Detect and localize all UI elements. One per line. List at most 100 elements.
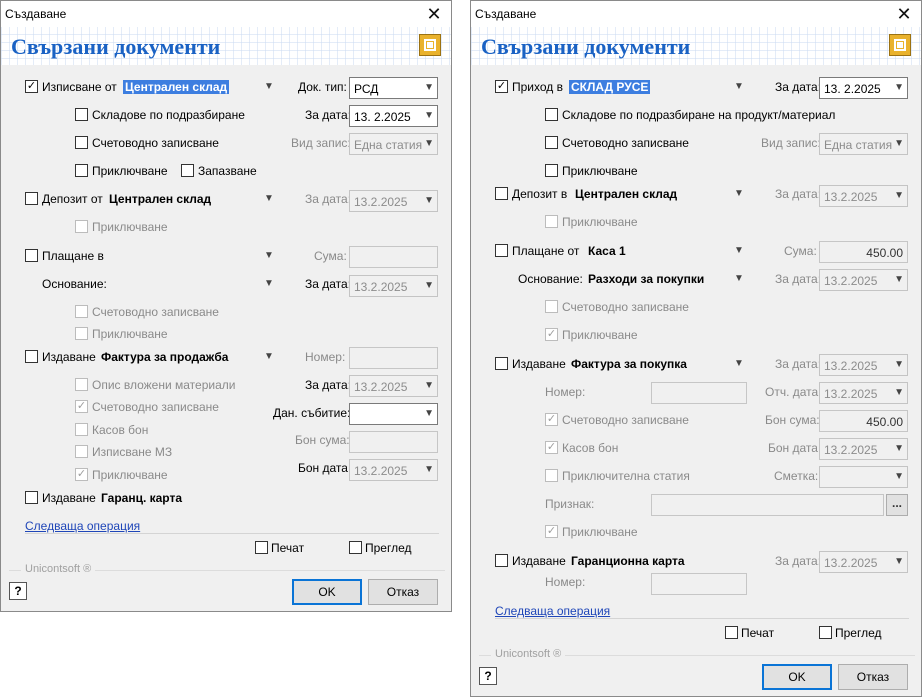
- ok-button[interactable]: OK: [292, 579, 362, 605]
- close-icon[interactable]: ✕: [887, 1, 921, 27]
- warranty-value[interactable]: Гаранционна карта: [571, 554, 685, 568]
- receipt-warehouse-value[interactable]: СКЛАД РУСЕ: [569, 80, 651, 94]
- accounting-entry-checkbox[interactable]: [545, 136, 558, 149]
- deposit-warehouse-value[interactable]: Централен склад: [575, 187, 677, 201]
- close-icon[interactable]: ✕: [417, 1, 451, 27]
- chevron-down-icon[interactable]: ▼: [262, 249, 276, 263]
- chevron-down-icon[interactable]: ▼: [262, 277, 276, 291]
- ref-date-picker[interactable]: 13.2.2025 ▼: [819, 382, 908, 404]
- deposit-checkbox[interactable]: [495, 187, 508, 200]
- amount-field[interactable]: [349, 246, 438, 268]
- chevron-down-icon[interactable]: ▼: [732, 357, 746, 371]
- invoice-number-field[interactable]: [349, 347, 438, 369]
- materials-checkbox[interactable]: [75, 378, 88, 391]
- help-icon[interactable]: ?: [9, 582, 27, 600]
- deposit-closing-checkbox[interactable]: [545, 215, 558, 228]
- invoice-accounting-checkbox[interactable]: ✓: [75, 400, 88, 413]
- deposit-warehouse-value[interactable]: Централен склад: [109, 192, 211, 206]
- payment-checkbox[interactable]: [25, 249, 38, 262]
- default-warehouses-checkbox[interactable]: [75, 108, 88, 121]
- issue-mz-label: Изписване МЗ: [92, 445, 173, 459]
- warranty-checkbox[interactable]: [25, 491, 38, 504]
- deposit-checkbox[interactable]: [25, 192, 38, 205]
- payment-closing-checkbox[interactable]: ✓: [545, 328, 558, 341]
- receipt-date-picker[interactable]: 13. 2.2025 ▼: [819, 77, 908, 99]
- chevron-down-icon[interactable]: ▼: [732, 80, 746, 94]
- closing-article-checkbox[interactable]: [545, 469, 558, 482]
- chevron-down-icon[interactable]: ▼: [732, 187, 746, 201]
- preview-checkbox[interactable]: [349, 541, 362, 554]
- next-operation-link[interactable]: Следваща операция: [25, 519, 140, 533]
- issue-mz-checkbox[interactable]: [75, 445, 88, 458]
- chevron-down-icon: ▼: [424, 82, 434, 93]
- warranty-date-picker[interactable]: 13.2.2025 ▼: [819, 551, 908, 573]
- chevron-down-icon: ▼: [424, 464, 434, 475]
- browse-button[interactable]: ...: [886, 494, 908, 516]
- reserve-checkbox[interactable]: [181, 164, 194, 177]
- ok-button[interactable]: OK: [762, 664, 832, 690]
- help-icon[interactable]: ?: [479, 667, 497, 685]
- deposit-date-picker[interactable]: 13.2.2025 ▼: [349, 190, 438, 212]
- invoice-accounting-checkbox[interactable]: ✓: [545, 413, 558, 426]
- issue-warehouse-value[interactable]: Централен склад: [123, 80, 230, 94]
- receipt-checkbox[interactable]: ✓: [495, 80, 508, 93]
- payment-checkbox[interactable]: [495, 244, 508, 257]
- payment-closing-checkbox[interactable]: [75, 327, 88, 340]
- warranty-value[interactable]: Гаранц. карта: [101, 491, 182, 505]
- deposit-date-picker[interactable]: 13.2.2025 ▼: [819, 185, 908, 207]
- invoice-date-picker[interactable]: 13.2.2025 ▼: [819, 354, 908, 376]
- payment-cash-value[interactable]: Каса 1: [588, 244, 626, 258]
- invoice-number-field[interactable]: [651, 382, 747, 404]
- chevron-down-icon[interactable]: ▼: [262, 80, 276, 94]
- invoice-checkbox[interactable]: [495, 357, 508, 370]
- date-picker[interactable]: 13. 2.2025 ▼: [349, 105, 438, 127]
- record-type-select[interactable]: Една статия ▼: [349, 133, 438, 155]
- ref-date-label: Отч. дата:: [765, 385, 822, 399]
- warranty-number-field[interactable]: [651, 573, 747, 595]
- accounting-entry-checkbox[interactable]: [75, 136, 88, 149]
- payment-date-picker[interactable]: 13.2.2025 ▼: [819, 269, 908, 291]
- invoice-checkbox[interactable]: [25, 350, 38, 363]
- account-select[interactable]: ▼: [819, 466, 908, 488]
- doc-type-select[interactable]: РСД ▼: [349, 77, 438, 99]
- payment-accounting-checkbox[interactable]: [75, 305, 88, 318]
- cash-receipt-checkbox[interactable]: [75, 423, 88, 436]
- receipt-amount-field[interactable]: 450.00: [819, 410, 908, 432]
- closing-label: Приключване: [92, 164, 168, 178]
- chevron-down-icon[interactable]: ▼: [732, 244, 746, 258]
- receipt-amount-field[interactable]: [349, 431, 438, 453]
- chevron-down-icon[interactable]: ▼: [262, 350, 276, 364]
- cancel-button[interactable]: Отказ: [838, 664, 908, 690]
- print-checkbox[interactable]: [725, 626, 738, 639]
- invoice-date-picker[interactable]: 13.2.2025 ▼: [349, 375, 438, 397]
- basis-value[interactable]: Разходи за покупки: [588, 272, 704, 286]
- preview-checkbox[interactable]: [819, 626, 832, 639]
- closing-checkbox[interactable]: [75, 164, 88, 177]
- sign-field[interactable]: [651, 494, 884, 516]
- cash-receipt-checkbox[interactable]: ✓: [545, 441, 558, 454]
- receipt-date-picker[interactable]: 13.2.2025 ▼: [819, 438, 908, 460]
- default-warehouses-checkbox[interactable]: [545, 108, 558, 121]
- invoice-closing-checkbox[interactable]: ✓: [545, 525, 558, 538]
- deposit-closing-checkbox[interactable]: [75, 220, 88, 233]
- tax-event-picker[interactable]: ▼: [349, 403, 438, 425]
- next-operation-link[interactable]: Следваща операция: [495, 604, 610, 618]
- print-checkbox[interactable]: [255, 541, 268, 554]
- warranty-checkbox[interactable]: [495, 554, 508, 567]
- amount-field[interactable]: 450.00: [819, 241, 908, 263]
- invoice-closing-checkbox[interactable]: ✓: [75, 468, 88, 481]
- cancel-button[interactable]: Отказ: [368, 579, 438, 605]
- deposit-date-label: За дата:: [305, 192, 352, 206]
- receipt-date-picker[interactable]: 13.2.2025 ▼: [349, 459, 438, 481]
- invoice-type-value[interactable]: Фактура за покупка: [571, 357, 687, 371]
- date-value: 13. 2.2025: [354, 110, 411, 124]
- chevron-down-icon[interactable]: ▼: [262, 192, 276, 206]
- chevron-down-icon[interactable]: ▼: [732, 272, 746, 286]
- payment-accounting-checkbox[interactable]: [545, 300, 558, 313]
- payment-date-picker[interactable]: 13.2.2025 ▼: [349, 275, 438, 297]
- issue-checkbox[interactable]: ✓: [25, 80, 38, 93]
- closing-checkbox[interactable]: [545, 164, 558, 177]
- invoice-type-value[interactable]: Фактура за продажба: [101, 350, 228, 364]
- record-type-select[interactable]: Една статия ▼: [819, 133, 908, 155]
- chevron-down-icon: ▼: [424, 380, 434, 391]
